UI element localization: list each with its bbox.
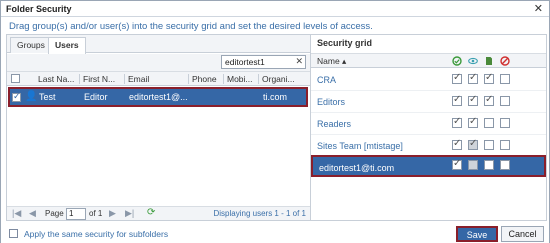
cell-last-name: Test: [39, 92, 56, 102]
col-mobile[interactable]: Mobi...: [227, 74, 253, 84]
col-phone[interactable]: Phone: [192, 74, 217, 84]
row-checkbox[interactable]: [12, 91, 21, 102]
perm-approve-checkbox[interactable]: [452, 158, 462, 170]
apply-subfolders-label[interactable]: Apply the same security for subfolders: [24, 229, 168, 239]
perm-view-checkbox[interactable]: [468, 94, 478, 106]
col-organization[interactable]: Organi...: [262, 74, 295, 84]
perm-view-checkbox[interactable]: [468, 138, 478, 150]
users-panel: Groups Users editortest1 ✕ Last Na... Fi…: [6, 34, 311, 221]
security-grid-panel: Security grid Name ▴ CRA ✓ ✓ ✓ Editors ✓…: [311, 34, 547, 221]
approve-icon: [452, 56, 462, 66]
deny-icon: [500, 56, 510, 66]
pager-display-text: Displaying users 1 - 1 of 1: [213, 209, 307, 218]
apply-subfolders-checkbox[interactable]: [9, 229, 18, 238]
perm-view-checkbox[interactable]: [468, 160, 478, 170]
pager: |◀ ◀ Page 1 of 1 ▶ ▶| ⟳ Displaying users…: [7, 206, 310, 220]
security-row-name[interactable]: CRA: [317, 75, 336, 85]
security-row-name[interactable]: editortest1@ti.com: [319, 163, 394, 173]
cancel-button[interactable]: Cancel: [501, 226, 544, 242]
perm-deny-checkbox[interactable]: [500, 140, 510, 150]
security-row-name[interactable]: Readers: [317, 119, 351, 129]
prev-page-icon[interactable]: ◀: [29, 208, 36, 219]
folder-security-dialog: Folder Security ✕ Drag group(s) and/or u…: [0, 0, 550, 243]
perm-deny-checkbox[interactable]: [500, 74, 510, 84]
col-last-name[interactable]: Last Na...: [38, 74, 74, 84]
security-grid-title: Security grid: [317, 38, 373, 48]
table-row[interactable]: 👤 Test Editor editortest1@... ti.com: [8, 87, 308, 107]
clear-search-icon[interactable]: ✕: [295, 56, 303, 67]
perm-view-checkbox[interactable]: [468, 116, 478, 128]
instructions-text: Drag group(s) and/or user(s) into the se…: [9, 21, 373, 32]
refresh-icon[interactable]: ⟳: [147, 207, 155, 218]
security-grid-header: Name ▴: [311, 53, 546, 68]
search-input[interactable]: editortest1 ✕: [221, 55, 306, 69]
perm-deny-checkbox[interactable]: [500, 160, 510, 170]
col-name[interactable]: Name ▴: [317, 56, 346, 67]
security-row-selected[interactable]: editortest1@ti.com: [311, 155, 546, 177]
select-all-checkbox[interactable]: [11, 74, 20, 83]
page-number-input[interactable]: 1: [66, 208, 86, 220]
security-row-name[interactable]: Sites Team [mtistage]: [317, 141, 403, 151]
page-label: Page: [45, 209, 64, 218]
security-row[interactable]: Sites Team [mtistage]: [311, 135, 546, 157]
security-row[interactable]: CRA: [311, 69, 546, 91]
cell-email: editortest1@...: [129, 92, 188, 102]
next-page-icon[interactable]: ▶: [109, 208, 116, 219]
perm-approve-checkbox[interactable]: [452, 72, 462, 84]
search-row: editortest1 ✕: [7, 54, 310, 71]
user-icon: 👤: [25, 91, 38, 102]
security-row[interactable]: Readers: [311, 113, 546, 135]
col-first-name[interactable]: First N...: [83, 74, 115, 84]
tab-users[interactable]: Users: [48, 37, 86, 54]
titlebar: Folder Security ✕: [1, 1, 549, 17]
last-page-icon[interactable]: ▶|: [125, 208, 134, 219]
view-icon: [468, 57, 478, 65]
edit-icon: [486, 57, 492, 65]
users-grid-header: Last Na... First N... Email Phone Mobi..…: [7, 71, 310, 86]
save-button[interactable]: Save: [456, 226, 498, 242]
perm-deny-checkbox[interactable]: [500, 96, 510, 106]
first-page-icon[interactable]: |◀: [12, 208, 21, 219]
tab-groups[interactable]: Groups: [10, 37, 52, 53]
perm-edit-checkbox[interactable]: [484, 160, 494, 170]
perm-edit-checkbox[interactable]: [484, 94, 494, 106]
perm-edit-checkbox[interactable]: [484, 72, 494, 84]
search-value: editortest1: [225, 57, 265, 67]
page-of-label: of 1: [89, 209, 103, 218]
close-icon[interactable]: ✕: [534, 2, 543, 15]
dialog-title: Folder Security: [6, 4, 72, 14]
security-row-name[interactable]: Editors: [317, 97, 345, 107]
cell-organization: ti.com: [263, 92, 288, 102]
tab-bar: Groups Users: [7, 35, 310, 54]
cell-first-name: Editor: [84, 92, 108, 102]
col-email[interactable]: Email: [128, 74, 149, 84]
security-row[interactable]: Editors: [311, 91, 546, 113]
perm-approve-checkbox[interactable]: [452, 94, 462, 106]
perm-edit-checkbox[interactable]: [484, 140, 494, 150]
perm-approve-checkbox[interactable]: [452, 138, 462, 150]
dialog-footer: Apply the same security for subfolders S…: [1, 222, 549, 243]
perm-deny-checkbox[interactable]: [500, 118, 510, 128]
perm-view-checkbox[interactable]: [468, 72, 478, 84]
perm-approve-checkbox[interactable]: [452, 116, 462, 128]
perm-edit-checkbox[interactable]: [484, 118, 494, 128]
